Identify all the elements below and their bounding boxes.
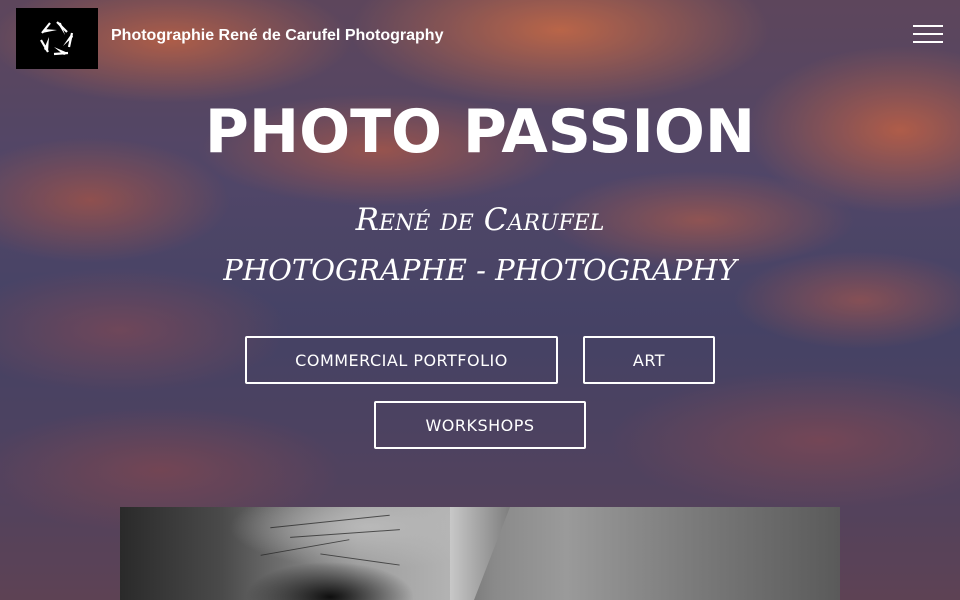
- hamburger-menu-icon[interactable]: [910, 22, 944, 46]
- art-button[interactable]: ART: [583, 336, 715, 384]
- site-title[interactable]: Photographie René de Carufel Photography: [111, 27, 443, 45]
- hero-subtitle-name: René de Carufel: [355, 202, 605, 238]
- portrait-face: [120, 507, 460, 600]
- hero-subtitle-profession: PHOTOGRAPHE - PHOTOGRAPHY: [223, 253, 737, 287]
- workshops-button[interactable]: WORKSHOPS: [374, 401, 586, 449]
- commercial-portfolio-button[interactable]: COMMERCIAL PORTFOLIO: [245, 336, 558, 384]
- menu-line: [913, 41, 943, 43]
- aperture-icon: [40, 20, 74, 55]
- hero-title: PHOTO PASSION: [204, 97, 756, 167]
- menu-line: [913, 25, 943, 27]
- portrait-photo: [120, 507, 840, 600]
- site-logo[interactable]: [16, 8, 98, 69]
- portrait-hair: [450, 507, 510, 600]
- menu-line: [913, 33, 943, 35]
- top-bar: Photographie René de Carufel Photography: [0, 0, 960, 78]
